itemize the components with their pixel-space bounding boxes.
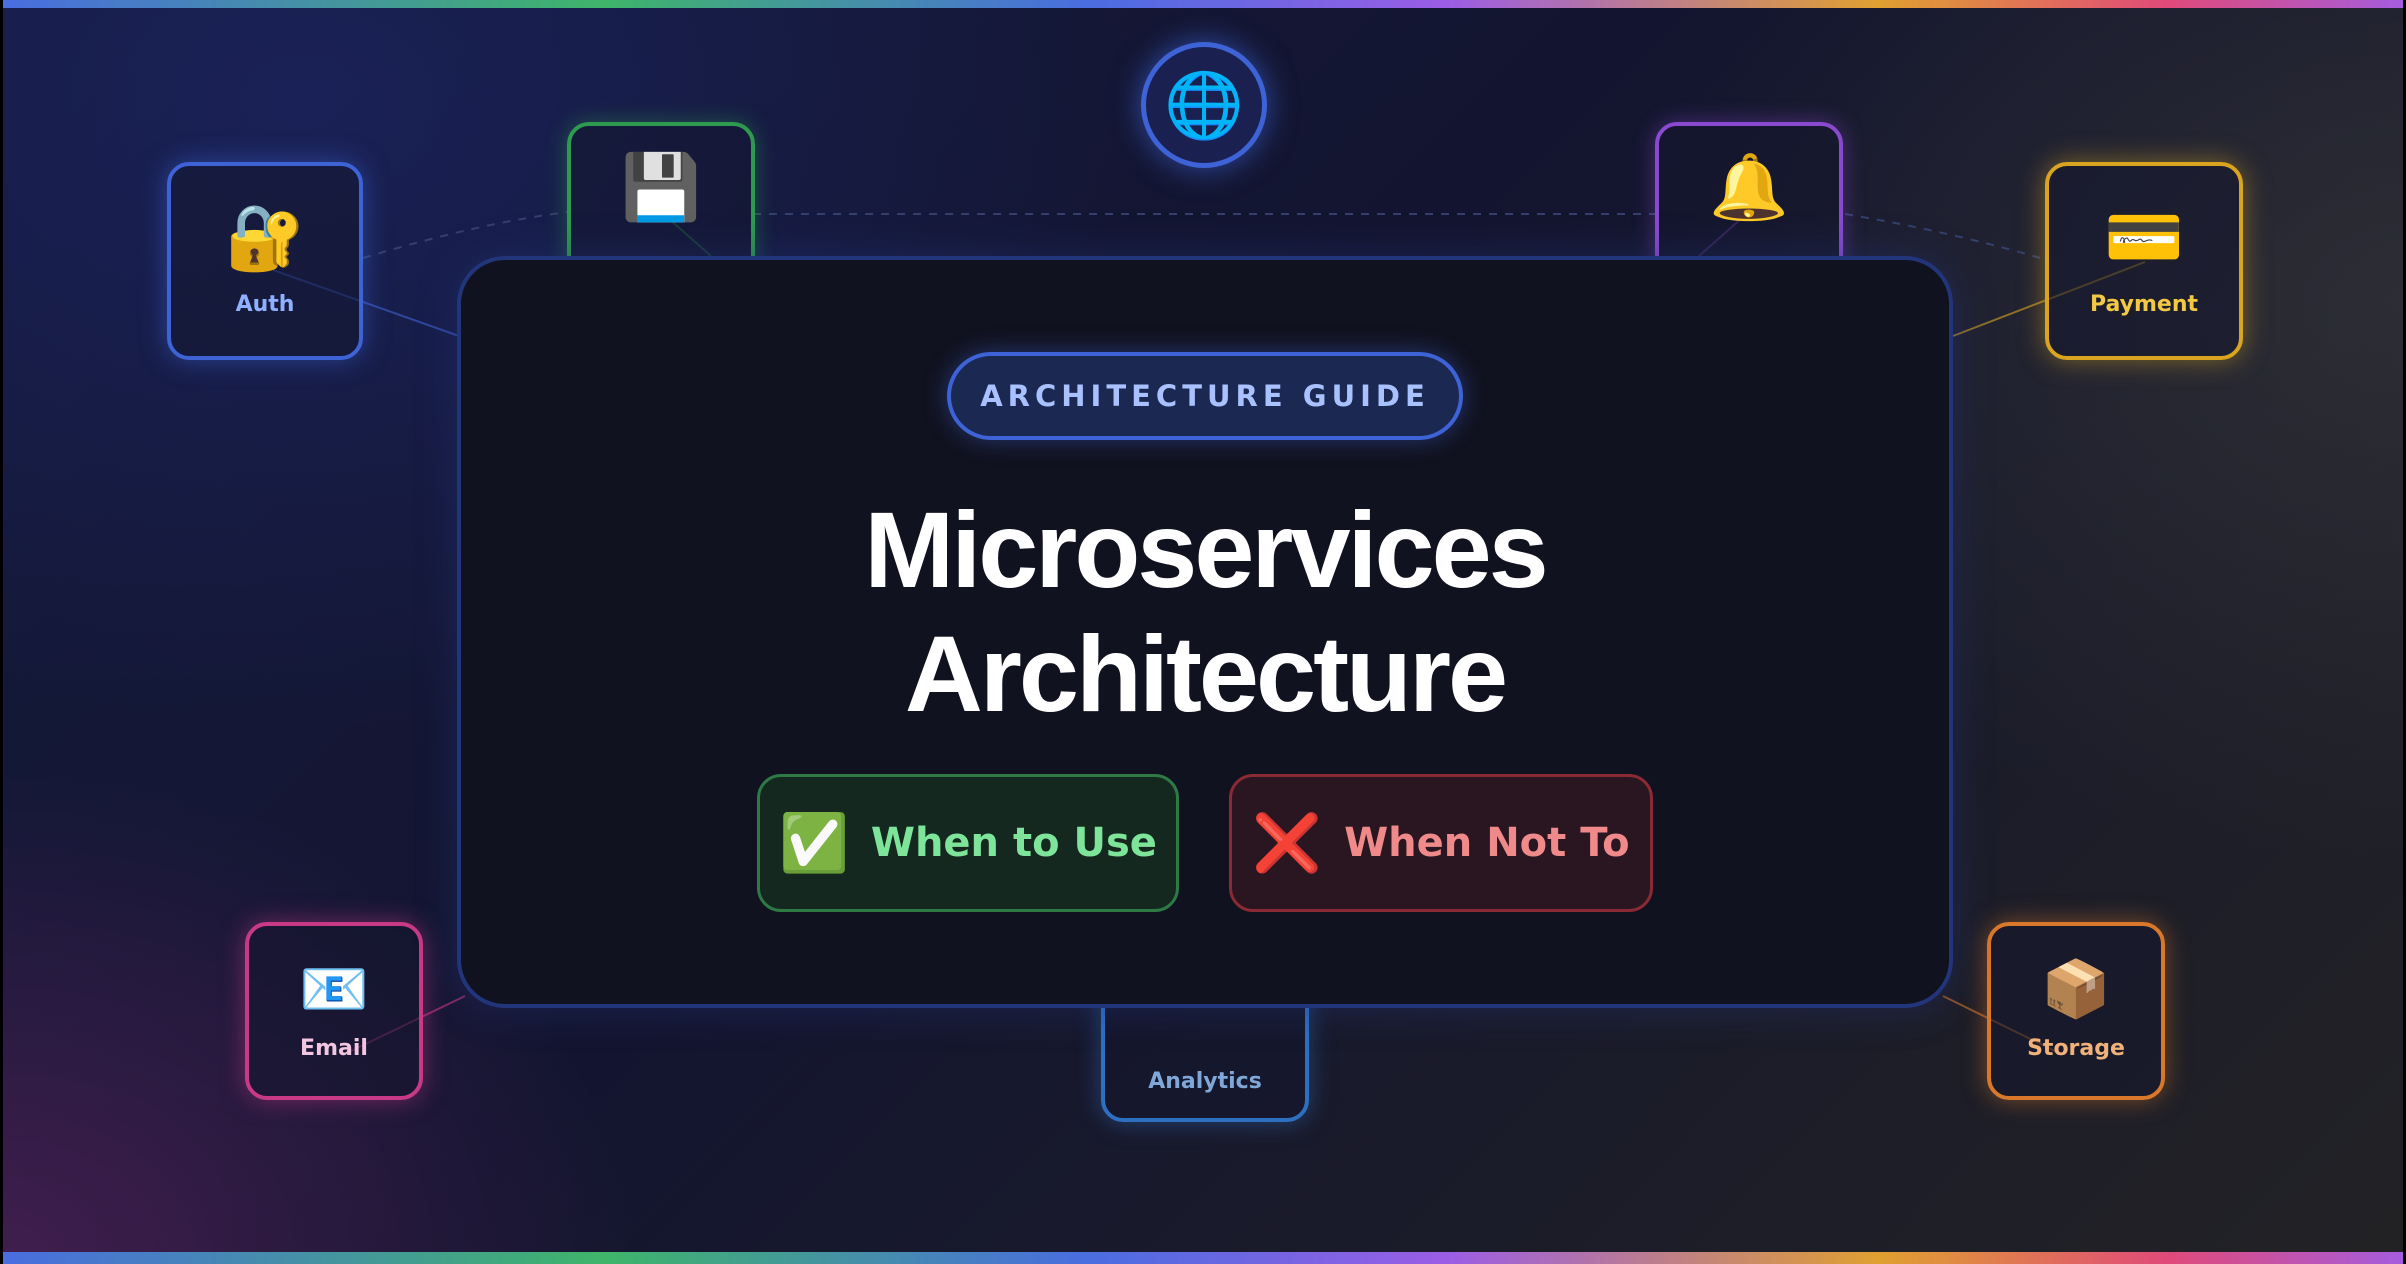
node-auth[interactable]: 🔐 Auth [167,162,363,360]
package-icon: 📦 [2041,956,2111,1022]
when-not-to-label: When Not To [1344,820,1630,866]
node-payment[interactable]: 💳 Payment [2045,162,2243,360]
ring-left [362,211,570,259]
lock-key-icon: 🔐 [225,200,305,275]
diagram-canvas: 🔐 Auth 💾 🌐 🔔 💳 Payment 📧 Email Analytics… [0,0,2406,1264]
when-to-use-label: When to Use [870,820,1157,866]
globe-icon: 🌐 [1164,68,1244,143]
bell-icon: 🔔 [1709,151,1789,225]
email-icon: 📧 [299,956,369,1022]
node-storage[interactable]: 📦 Storage [1987,922,2165,1100]
ring-right [1844,213,2048,261]
node-storage-label: Storage [2027,1035,2125,1061]
when-not-to-button[interactable]: ❌ When Not To [1229,774,1653,912]
credit-card-icon: 💳 [2104,200,2184,275]
node-payment-label: Payment [2089,291,2199,317]
node-analytics-label: Analytics [1148,1069,1262,1094]
page-title: Microservices Architecture [457,488,1953,736]
check-mark-icon: ✅ [779,811,849,876]
node-email[interactable]: 📧 Email [245,922,423,1100]
floppy-disk-icon: 💾 [621,151,701,225]
node-email-label: Email [300,1035,368,1061]
title-line-2: Architecture [904,613,1508,734]
title-line-1: Microservices [864,489,1548,610]
architecture-guide-badge: ARCHITECTURE GUIDE [947,352,1463,440]
bottom-gradient-bar [3,1252,2403,1264]
gateway-hub[interactable]: 🌐 [1141,42,1267,168]
node-auth-label: Auth [235,291,295,317]
when-to-use-button[interactable]: ✅ When to Use [757,774,1179,912]
cross-mark-icon: ❌ [1252,811,1323,876]
